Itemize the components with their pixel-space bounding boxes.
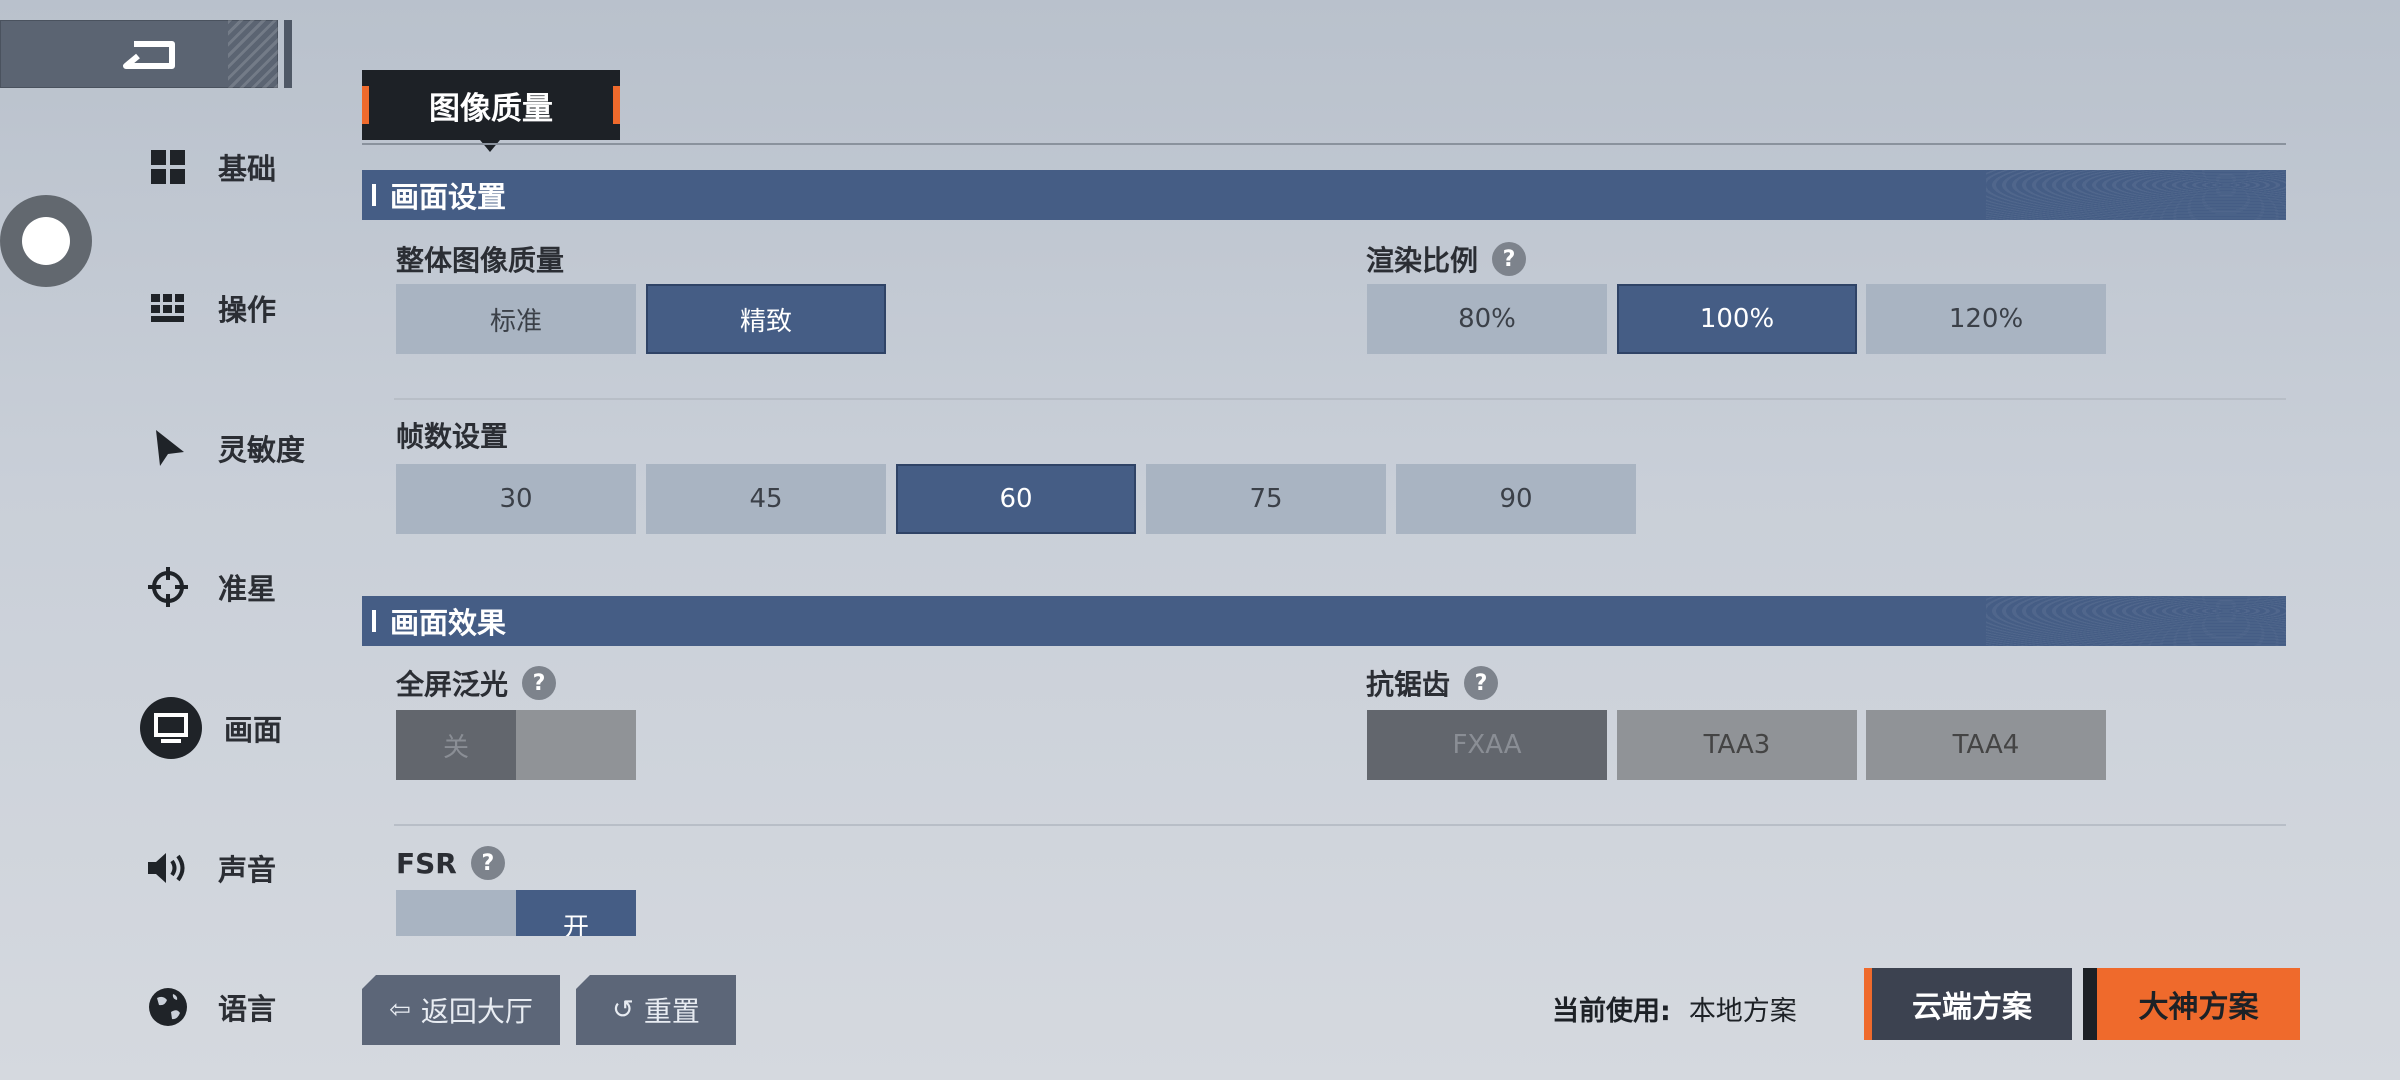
- render-scale-option-120[interactable]: 120%: [1866, 284, 2106, 354]
- sidebar-item-controls[interactable]: 操作: [140, 278, 360, 338]
- section-marker: [372, 184, 376, 206]
- globe-icon: [140, 979, 196, 1035]
- sidebar-toggle[interactable]: [0, 195, 92, 287]
- crosshair-icon: [140, 559, 196, 615]
- divider: [394, 398, 2286, 400]
- cloud-plan-label: 云端方案: [1912, 990, 2032, 1025]
- fps-option-60[interactable]: 60: [896, 464, 1136, 534]
- return-icon: [123, 41, 175, 69]
- help-icon[interactable]: ?: [522, 666, 557, 700]
- render-scale-option-80[interactable]: 80%: [1367, 284, 1607, 354]
- bloom-toggle-off: 关: [396, 710, 516, 780]
- sidebar-item-sound[interactable]: 声音: [140, 838, 360, 898]
- tab-underline: [362, 143, 2286, 145]
- help-icon[interactable]: ?: [1464, 666, 1499, 700]
- fsr-label: FSR ?: [396, 842, 505, 884]
- overall-quality-label: 整体图像质量: [396, 244, 565, 277]
- tab-image-quality[interactable]: 图像质量: [362, 70, 620, 152]
- section-title: 画面设置: [390, 180, 507, 214]
- fsr-toggle-track: [396, 890, 516, 936]
- help-icon[interactable]: ?: [1492, 242, 1527, 276]
- render-scale-label: 渲染比例 ?: [1366, 238, 1527, 280]
- current-plan-indicator: 当前使用: 本地方案: [1552, 988, 1797, 1028]
- pro-plan-label: 大神方案: [2138, 990, 2259, 1025]
- monitor-icon: [140, 697, 202, 759]
- pro-plan-button[interactable]: 大神方案: [2083, 968, 2300, 1040]
- sidebar-item-sensitivity[interactable]: 灵敏度: [140, 418, 360, 478]
- reset-button[interactable]: ↺ 重置: [576, 975, 736, 1045]
- fps-option-45[interactable]: 45: [646, 464, 886, 534]
- sidebar-item-basic[interactable]: 基础: [140, 137, 360, 197]
- tab-pointer: [480, 140, 500, 152]
- toggle-knob: [22, 217, 70, 265]
- current-plan-value: 本地方案: [1688, 995, 1797, 1027]
- fps-option-90[interactable]: 90: [1396, 464, 1636, 534]
- section-header-display-effects: 画面效果: [362, 596, 2286, 646]
- quality-option-fine[interactable]: 精致: [646, 284, 886, 354]
- quality-option-standard[interactable]: 标准: [396, 284, 636, 354]
- back-button-accent: [284, 20, 292, 88]
- aa-option-fxaa[interactable]: FXAA: [1367, 710, 1607, 780]
- section-decoration: [1986, 596, 2286, 646]
- sidebar-item-label: 语言: [218, 992, 277, 1026]
- tab-accent-left: [362, 86, 369, 124]
- cloud-plan-button[interactable]: 云端方案: [1864, 968, 2072, 1040]
- fps-option-30[interactable]: 30: [396, 464, 636, 534]
- aa-option-taa4[interactable]: TAA4: [1866, 710, 2106, 780]
- help-icon[interactable]: ?: [470, 846, 505, 880]
- back-button[interactable]: [0, 20, 278, 88]
- bloom-toggle[interactable]: 关: [396, 710, 636, 780]
- cursor-icon: [140, 420, 196, 476]
- bloom-toggle-track: [516, 710, 636, 780]
- section-title: 画面效果: [390, 606, 507, 640]
- sidebar-item-language[interactable]: 语言: [140, 977, 360, 1037]
- speaker-icon: [140, 840, 196, 896]
- section-marker: [372, 610, 376, 632]
- sidebar-item-crosshair[interactable]: 准星: [140, 557, 360, 617]
- sidebar-item-display[interactable]: 画面: [140, 697, 360, 759]
- antialiasing-label: 抗锯齿 ?: [1366, 662, 1499, 704]
- sidebar-item-label: 基础: [218, 152, 277, 186]
- fsr-toggle-on: 开: [516, 890, 636, 936]
- section-decoration: [1986, 170, 2286, 220]
- reset-label: 重置: [643, 995, 700, 1028]
- back-button-hatch: [228, 20, 278, 88]
- back-to-lobby-label: 返回大厅: [420, 995, 533, 1028]
- current-plan-label: 当前使用:: [1552, 995, 1671, 1027]
- back-to-lobby-button[interactable]: ⇦ 返回大厅: [362, 975, 560, 1045]
- section-header-display-settings: 画面设置: [362, 170, 2286, 220]
- bloom-label: 全屏泛光 ?: [396, 662, 557, 704]
- fps-option-75[interactable]: 75: [1146, 464, 1386, 534]
- fsr-toggle[interactable]: 开: [396, 890, 636, 936]
- undo-icon: ↺: [612, 995, 634, 1025]
- render-scale-option-100[interactable]: 100%: [1617, 284, 1857, 354]
- frame-rate-label: 帧数设置: [396, 420, 509, 453]
- sidebar-item-label: 灵敏度: [218, 433, 306, 467]
- tab-accent-right: [613, 86, 620, 124]
- divider: [394, 824, 2286, 826]
- sidebar-item-label: 操作: [218, 293, 277, 327]
- exit-icon: ⇦: [389, 995, 411, 1025]
- grid-icon: [140, 139, 196, 195]
- aa-option-taa3[interactable]: TAA3: [1617, 710, 1857, 780]
- keypad-icon: [140, 280, 196, 336]
- sidebar-item-label: 画面: [224, 713, 283, 747]
- sidebar-item-label: 声音: [218, 853, 277, 887]
- sidebar-item-label: 准星: [218, 572, 277, 606]
- tab-label: 图像质量: [429, 90, 553, 127]
